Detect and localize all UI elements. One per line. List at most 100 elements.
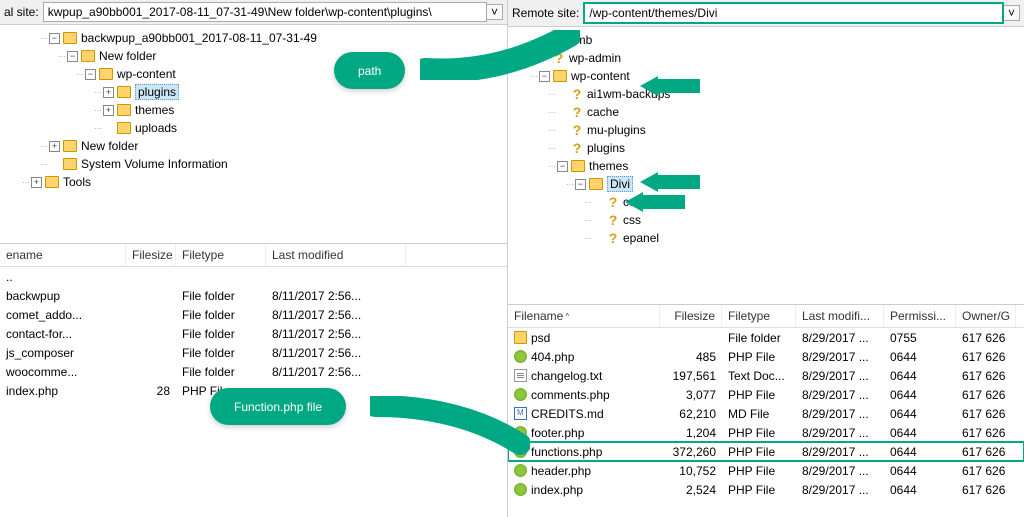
tree-label: New folder (81, 139, 138, 153)
tree-label: themes (589, 159, 628, 173)
tree-item[interactable]: ⋯+plugins (4, 83, 503, 101)
callout-path-tail (420, 30, 580, 80)
tree-label: plugins (587, 141, 625, 155)
tree-toggle[interactable]: + (31, 177, 42, 188)
folder-icon (571, 160, 585, 172)
remote-site-bar: Remote site: ˅ (508, 0, 1024, 27)
col-modified[interactable]: Last modified (266, 244, 406, 266)
col-filename[interactable]: ename (0, 244, 126, 266)
col-filetype[interactable]: Filetype (176, 244, 266, 266)
col-filesize[interactable]: Filesize (660, 305, 722, 327)
tree-toggle[interactable]: − (49, 33, 60, 44)
local-file-list[interactable]: ename Filesize Filetype Last modified ..… (0, 244, 507, 517)
sort-caret-icon: ^ (565, 312, 569, 321)
unknown-icon: ? (607, 195, 619, 209)
arrow-themes (640, 172, 700, 192)
local-list-header[interactable]: ename Filesize Filetype Last modified (0, 244, 507, 267)
list-item[interactable]: 404.php485PHP File8/29/2017 ...0644617 6… (508, 347, 1024, 366)
list-item[interactable]: comet_addo...File folder8/11/2017 2:56..… (0, 305, 507, 324)
tree-item[interactable]: ⋯?wp-admin (512, 49, 1020, 67)
list-item[interactable]: contact-for...File folder8/11/2017 2:56.… (0, 324, 507, 343)
tree-label: Divi (607, 176, 633, 192)
tree-item[interactable]: ⋯uploads (4, 119, 503, 137)
remote-site-label: Remote site: (512, 6, 579, 20)
folder-icon (81, 50, 95, 62)
tree-item[interactable]: ⋯?mu-plugins (512, 121, 1020, 139)
tree-item[interactable]: ⋯?ai1wm-backups (512, 85, 1020, 103)
callout-functions-tail (370, 396, 530, 456)
col-filename[interactable]: Filename (514, 309, 563, 323)
list-item[interactable]: index.php2,524PHP File8/29/2017 ...06446… (508, 480, 1024, 499)
folder-icon (63, 32, 77, 44)
tree-item[interactable]: ⋯?.tmb (512, 31, 1020, 49)
remote-tree[interactable]: ⋯?.tmb⋯?wp-admin⋯−wp-content⋯?ai1wm-back… (508, 27, 1024, 305)
tree-label: epanel (623, 231, 659, 245)
tree-toggle[interactable]: − (85, 69, 96, 80)
tree-label: System Volume Information (81, 157, 228, 171)
local-site-bar: al site: ˅ (0, 0, 507, 25)
remote-list-header[interactable]: Filename^ Filesize Filetype Last modifi.… (508, 305, 1024, 328)
tree-label: uploads (135, 121, 177, 135)
tree-label: themes (135, 103, 174, 117)
list-item[interactable]: header.php10,752PHP File8/29/2017 ...064… (508, 461, 1024, 480)
col-modified[interactable]: Last modifi... (796, 305, 884, 327)
list-item[interactable]: footer.php1,204PHP File8/29/2017 ...0644… (508, 423, 1024, 442)
local-path-dropdown[interactable]: ˅ (487, 4, 503, 20)
tree-label: plugins (135, 84, 179, 100)
folder-icon (45, 176, 59, 188)
callout-functions: Function.php file (210, 388, 346, 425)
tree-label: cache (587, 105, 619, 119)
folder-icon (63, 158, 77, 170)
list-item[interactable]: backwpupFile folder8/11/2017 2:56... (0, 286, 507, 305)
php-icon (514, 350, 527, 363)
col-filesize[interactable]: Filesize (126, 244, 176, 266)
folder-icon (514, 331, 527, 344)
arrow-wpcontent (640, 76, 700, 96)
tree-label: mu-plugins (587, 123, 646, 137)
col-filetype[interactable]: Filetype (722, 305, 796, 327)
remote-file-list[interactable]: Filename^ Filesize Filetype Last modifi.… (508, 305, 1024, 517)
tree-item[interactable]: ⋯+themes (4, 101, 503, 119)
tree-toggle[interactable]: − (67, 51, 78, 62)
col-owner[interactable]: Owner/G (956, 305, 1016, 327)
tree-toggle[interactable]: − (575, 179, 586, 190)
unknown-icon: ? (571, 141, 583, 155)
tree-item[interactable]: ⋯System Volume Information (4, 155, 503, 173)
tree-item[interactable]: ⋯?plugins (512, 139, 1020, 157)
list-item[interactable]: js_composerFile folder8/11/2017 2:56... (0, 343, 507, 362)
list-item[interactable]: changelog.txt197,561Text Doc...8/29/2017… (508, 366, 1024, 385)
tree-item[interactable]: ⋯?css (512, 211, 1020, 229)
local-path-input[interactable] (43, 2, 487, 22)
tree-item[interactable]: ⋯+New folder (4, 137, 503, 155)
unknown-icon: ? (607, 213, 619, 227)
tree-item[interactable]: ⋯+Tools (4, 173, 503, 191)
list-item[interactable]: comments.php3,077PHP File8/29/2017 ...06… (508, 385, 1024, 404)
tree-label: Tools (63, 175, 91, 189)
list-item[interactable]: functions.php372,260PHP File8/29/2017 ..… (508, 442, 1024, 461)
tree-toggle[interactable]: − (557, 161, 568, 172)
local-site-label: al site: (4, 5, 39, 19)
list-item[interactable]: woocomme...File folder8/11/2017 2:56... (0, 362, 507, 381)
tree-label: css (623, 213, 641, 227)
tree-toggle[interactable]: + (103, 105, 114, 116)
tree-toggle[interactable]: + (103, 87, 114, 98)
tree-item[interactable]: ⋯?core (512, 193, 1020, 211)
tree-item[interactable]: ⋯−wp-content (512, 67, 1020, 85)
folder-icon (117, 122, 131, 134)
tree-item[interactable]: ⋯−themes (512, 157, 1020, 175)
col-permissions[interactable]: Permissi... (884, 305, 956, 327)
tree-toggle[interactable]: + (49, 141, 60, 152)
unknown-icon: ? (607, 231, 619, 245)
unknown-icon: ? (571, 87, 583, 101)
list-item[interactable]: psdFile folder8/29/2017 ...0755617 626 (508, 328, 1024, 347)
tree-item[interactable]: ⋯−Divi (512, 175, 1020, 193)
folder-icon (117, 104, 131, 116)
list-item[interactable]: CREDITS.md62,210MD File8/29/2017 ...0644… (508, 404, 1024, 423)
tree-item[interactable]: ⋯?epanel (512, 229, 1020, 247)
remote-path-input[interactable] (583, 2, 1004, 24)
remote-path-dropdown[interactable]: ˅ (1004, 5, 1020, 21)
tree-item[interactable]: ⋯?cache (512, 103, 1020, 121)
tree-label: New folder (99, 49, 156, 63)
php-icon (514, 483, 527, 496)
list-item[interactable]: .. (0, 267, 507, 286)
